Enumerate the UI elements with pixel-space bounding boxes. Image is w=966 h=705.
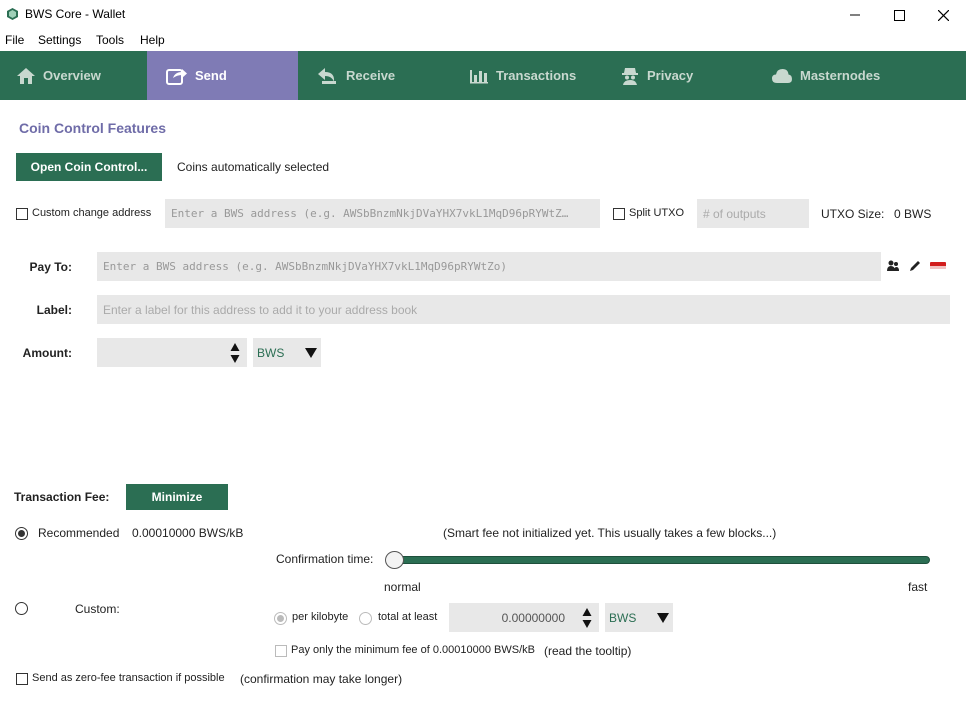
menu-settings[interactable]: Settings	[38, 33, 81, 47]
label-input[interactable]: Enter a label for this address to add it…	[97, 295, 950, 324]
amount-unit-select[interactable]: BWS	[253, 338, 321, 367]
pay-to-input[interactable]: Enter a BWS address (e.g. AWSbBnzmNkjDVa…	[97, 252, 881, 281]
transaction-fee-label: Transaction Fee:	[14, 490, 110, 504]
custom-fee-unit-value: BWS	[609, 610, 637, 625]
read-tooltip-note: (read the tooltip)	[544, 644, 632, 658]
label-label: Label:	[36, 303, 72, 317]
window-title: BWS Core - Wallet	[25, 7, 126, 21]
confirmation-time-label: Confirmation time:	[276, 552, 374, 566]
eraser-icon	[930, 262, 946, 269]
total-at-least-radio[interactable]	[359, 612, 372, 625]
minimize-icon	[850, 14, 860, 16]
tab-privacy[interactable]: Privacy	[598, 51, 748, 100]
smart-fee-note: (Smart fee not initialized yet. This usu…	[443, 526, 777, 540]
custom-change-address-input[interactable]: Enter a BWS address (e.g. AWSbBnzmNkjDVa…	[165, 199, 600, 228]
send-icon	[166, 68, 187, 85]
custom-fee-radio[interactable]	[15, 602, 28, 615]
outputs-count-input[interactable]: # of outputs	[697, 199, 809, 228]
address-book-button[interactable]	[886, 259, 900, 276]
custom-fee-spinner[interactable]	[581, 605, 593, 631]
tab-overview[interactable]: Overview	[0, 51, 147, 100]
tab-send-label: Send	[195, 68, 227, 83]
split-utxo-checkbox[interactable]	[613, 208, 625, 220]
amount-input[interactable]	[97, 338, 247, 367]
utxo-size-value: 0 BWS	[894, 207, 932, 221]
spin-arrows-icon	[230, 343, 240, 363]
custom-change-checkbox[interactable]	[16, 208, 28, 220]
title-bar	[0, 0, 966, 30]
close-icon	[937, 9, 949, 21]
tab-overview-label: Overview	[43, 68, 101, 83]
zero-fee-checkbox[interactable]	[16, 673, 28, 685]
app-icon	[7, 8, 18, 20]
dropdown-arrow-icon	[305, 347, 317, 358]
minimize-window-button[interactable]	[832, 0, 878, 30]
slider-normal-label: normal	[384, 580, 421, 594]
confirmation-time-slider[interactable]	[393, 556, 930, 564]
clear-button[interactable]	[929, 260, 947, 274]
receive-icon	[318, 67, 336, 84]
split-utxo-label: Split UTXO	[629, 207, 685, 219]
maximize-window-button[interactable]	[876, 0, 922, 30]
privacy-icon	[622, 67, 638, 85]
open-coin-control-button[interactable]: Open Coin Control...	[16, 153, 162, 181]
maximize-icon	[893, 9, 905, 21]
menu-file[interactable]: File	[5, 33, 24, 47]
tab-masternodes-label: Masternodes	[800, 68, 881, 83]
custom-fee-unit-select[interactable]: BWS	[605, 603, 673, 632]
tab-send[interactable]: Send	[147, 51, 298, 100]
tab-transactions-label: Transactions	[496, 68, 577, 83]
zero-fee-label: Send as zero-fee transaction if possible	[32, 672, 225, 684]
recommended-fee-radio[interactable]	[15, 527, 28, 540]
tab-privacy-label: Privacy	[647, 68, 694, 83]
tab-transactions[interactable]: Transactions	[448, 51, 598, 100]
menu-help[interactable]: Help	[140, 33, 165, 47]
tab-receive[interactable]: Receive	[298, 51, 448, 100]
coin-control-status: Coins automatically selected	[177, 160, 330, 174]
per-kilobyte-radio[interactable]	[274, 612, 287, 625]
tab-receive-label: Receive	[346, 68, 396, 83]
recommended-fee-value: 0.00010000 BWS/kB	[132, 526, 244, 540]
cloud-icon	[772, 68, 792, 83]
custom-change-label: Custom change address	[32, 207, 152, 219]
recommended-fee-label: Recommended	[38, 526, 120, 540]
paste-button[interactable]	[909, 259, 922, 275]
dropdown-arrow-icon	[657, 612, 669, 623]
pay-minimum-checkbox[interactable]	[275, 645, 287, 657]
home-icon	[17, 67, 35, 84]
slider-handle[interactable]	[385, 551, 404, 569]
zero-fee-note: (confirmation may take longer)	[240, 672, 403, 686]
close-window-button[interactable]	[920, 0, 966, 30]
tab-masternodes[interactable]: Masternodes	[748, 51, 928, 100]
coin-control-title: Coin Control Features	[19, 120, 167, 136]
custom-fee-input[interactable]: 0.00000000	[449, 603, 599, 632]
amount-unit-value: BWS	[257, 345, 285, 360]
amount-spinner[interactable]	[229, 340, 241, 366]
address-book-icon	[887, 260, 899, 271]
utxo-size-label: UTXO Size:	[821, 207, 885, 221]
total-at-least-label: total at least	[378, 611, 438, 623]
transactions-icon	[470, 69, 488, 83]
per-kilobyte-label: per kilobyte	[292, 611, 349, 623]
pencil-icon	[910, 261, 920, 271]
amount-label: Amount:	[22, 346, 72, 360]
minimize-fee-button[interactable]: Minimize	[126, 484, 228, 510]
spin-arrows-icon	[582, 608, 592, 628]
pay-minimum-label: Pay only the minimum fee of 0.00010000 B…	[291, 644, 535, 656]
slider-fast-label: fast	[908, 580, 928, 594]
menu-tools[interactable]: Tools	[96, 33, 124, 47]
pay-to-label: Pay To:	[29, 260, 72, 274]
custom-fee-label: Custom:	[75, 602, 120, 616]
